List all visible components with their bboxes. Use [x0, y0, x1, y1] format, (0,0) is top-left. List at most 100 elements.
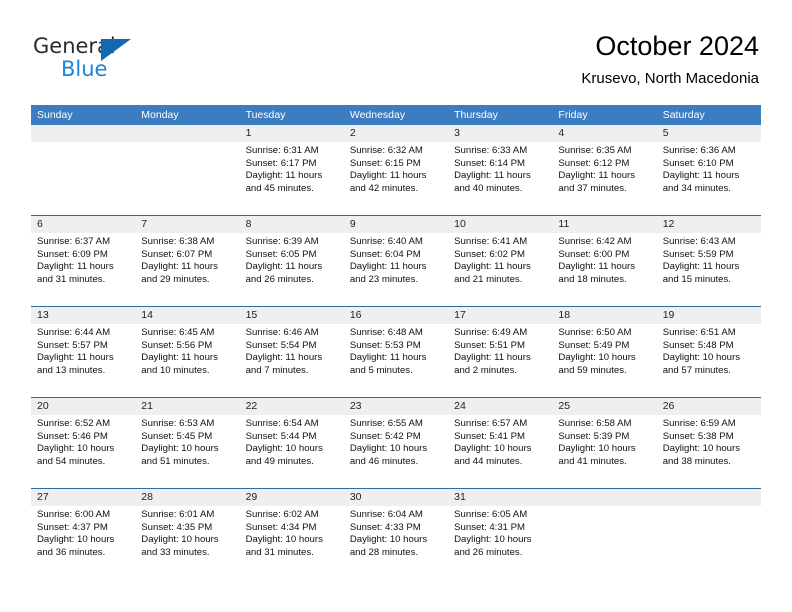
- day-cell[interactable]: Sunrise: 6:53 AM Sunset: 5:45 PM Daylight:…: [135, 415, 239, 488]
- day-info-line: Daylight: 11 hours: [245, 170, 323, 182]
- day-cell[interactable]: Sunrise: 6:04 AM Sunset: 4:33 PM Daylight:…: [344, 506, 448, 579]
- day-number-empty: [552, 489, 656, 506]
- day-info-line: Sunset: 5:49 PM: [558, 339, 630, 351]
- day-info-line: and 31 minutes.: [245, 546, 314, 558]
- day-info-line: and 38 minutes.: [662, 455, 731, 467]
- day-number[interactable]: 13: [31, 307, 135, 324]
- day-cell[interactable]: Sunrise: 6:46 AM Sunset: 5:54 PM Daylight:…: [240, 324, 344, 397]
- day-info-line: and 33 minutes.: [141, 546, 210, 558]
- day-info-line: Sunrise: 6:33 AM: [454, 145, 528, 156]
- day-info-line: and 13 minutes.: [37, 364, 106, 376]
- day-cell[interactable]: Sunrise: 6:54 AM Sunset: 5:44 PM Daylight:…: [240, 415, 344, 488]
- day-cell[interactable]: Sunrise: 6:00 AM Sunset: 4:37 PM Daylight:…: [31, 506, 135, 579]
- day-info-line: and 31 minutes.: [37, 273, 106, 285]
- day-number[interactable]: 5: [657, 125, 761, 142]
- day-cell[interactable]: Sunrise: 6:37 AM Sunset: 6:09 PM Daylight:…: [31, 233, 135, 306]
- day-number[interactable]: 21: [135, 398, 239, 415]
- day-info-line: Sunset: 5:57 PM: [37, 339, 108, 351]
- day-cell[interactable]: Sunrise: 6:48 AM Sunset: 5:53 PM Daylight:…: [344, 324, 448, 397]
- day-info-line: Sunset: 6:17 PM: [245, 157, 317, 169]
- day-header-saturday: Saturday: [662, 109, 705, 121]
- day-number[interactable]: 15: [240, 307, 344, 324]
- day-cell[interactable]: Sunrise: 6:40 AM Sunset: 6:04 PM Daylight:…: [344, 233, 448, 306]
- day-number[interactable]: 27: [31, 489, 135, 506]
- day-number[interactable]: 31: [448, 489, 552, 506]
- week-date-number-band: 13 14 15 16 17 18 19: [31, 307, 761, 324]
- day-number[interactable]: 7: [135, 216, 239, 233]
- day-info-line: Daylight: 10 hours: [454, 443, 532, 455]
- day-number[interactable]: 1: [240, 125, 344, 142]
- week-detail-row: Sunrise: 6:00 AM Sunset: 4:37 PM Daylight:…: [31, 506, 761, 579]
- day-cell[interactable]: Sunrise: 6:05 AM Sunset: 4:31 PM Daylight:…: [448, 506, 552, 579]
- day-cell[interactable]: Sunrise: 6:57 AM Sunset: 5:41 PM Daylight:…: [448, 415, 552, 488]
- day-cell[interactable]: Sunrise: 6:02 AM Sunset: 4:34 PM Daylight:…: [240, 506, 344, 579]
- day-cell[interactable]: Sunrise: 6:49 AM Sunset: 5:51 PM Daylight:…: [448, 324, 552, 397]
- day-number[interactable]: 2: [344, 125, 448, 142]
- day-info-line: Sunset: 5:56 PM: [141, 339, 213, 351]
- day-info-line: and 7 minutes.: [245, 364, 309, 376]
- day-header-wednesday: Wednesday: [349, 109, 406, 121]
- day-cell[interactable]: Sunrise: 6:43 AM Sunset: 5:59 PM Daylight:…: [657, 233, 761, 306]
- day-info-line: and 37 minutes.: [558, 182, 627, 194]
- day-number[interactable]: 11: [552, 216, 656, 233]
- day-number[interactable]: 23: [344, 398, 448, 415]
- day-number[interactable]: 25: [552, 398, 656, 415]
- day-number[interactable]: 19: [657, 307, 761, 324]
- day-info-line: Sunrise: 6:53 AM: [141, 418, 215, 429]
- day-number[interactable]: 10: [448, 216, 552, 233]
- day-info-line: Sunrise: 6:54 AM: [245, 418, 319, 429]
- day-cell[interactable]: Sunrise: 6:45 AM Sunset: 5:56 PM Daylight:…: [135, 324, 239, 397]
- day-info-line: Daylight: 11 hours: [454, 261, 531, 273]
- day-info-line: Sunset: 6:07 PM: [141, 248, 213, 260]
- day-cell[interactable]: Sunrise: 6:55 AM Sunset: 5:42 PM Daylight:…: [344, 415, 448, 488]
- day-number[interactable]: 26: [657, 398, 761, 415]
- day-cell-empty: [31, 142, 135, 215]
- day-number[interactable]: 4: [552, 125, 656, 142]
- day-number[interactable]: 8: [240, 216, 344, 233]
- day-info-line: Daylight: 11 hours: [37, 352, 114, 364]
- day-number[interactable]: 22: [240, 398, 344, 415]
- day-info-line: Sunrise: 6:43 AM: [662, 236, 736, 247]
- day-cell[interactable]: Sunrise: 6:58 AM Sunset: 5:39 PM Daylight:…: [552, 415, 656, 488]
- day-number[interactable]: 18: [552, 307, 656, 324]
- day-cell[interactable]: Sunrise: 6:38 AM Sunset: 6:07 PM Daylight:…: [135, 233, 239, 306]
- day-cell[interactable]: Sunrise: 6:51 AM Sunset: 5:48 PM Daylight:…: [657, 324, 761, 397]
- day-number[interactable]: 6: [31, 216, 135, 233]
- calendar-week-row: 6 7 8 9 10 11 12 Sunrise: 6:37 AM Sunset: 6:09 P…: [31, 215, 761, 306]
- day-cell[interactable]: Sunrise: 6:35 AM Sunset: 6:12 PM Daylight:…: [552, 142, 656, 215]
- day-number[interactable]: 29: [240, 489, 344, 506]
- day-info-line: Daylight: 10 hours: [245, 534, 323, 546]
- day-cell[interactable]: Sunrise: 6:50 AM Sunset: 5:49 PM Daylight:…: [552, 324, 656, 397]
- day-info-line: Sunset: 6:02 PM: [454, 248, 526, 260]
- page-header: General Blue October 2024 Krusevo, North…: [0, 0, 792, 100]
- day-number[interactable]: 30: [344, 489, 448, 506]
- day-cell[interactable]: Sunrise: 6:59 AM Sunset: 5:38 PM Daylight:…: [657, 415, 761, 488]
- day-cell[interactable]: Sunrise: 6:31 AM Sunset: 6:17 PM Daylight:…: [240, 142, 344, 215]
- day-info-line: Daylight: 10 hours: [558, 443, 636, 455]
- day-info-line: Daylight: 11 hours: [349, 352, 427, 364]
- day-number[interactable]: 17: [448, 307, 552, 324]
- day-info-line: Sunrise: 6:36 AM: [662, 145, 736, 156]
- day-cell[interactable]: Sunrise: 6:01 AM Sunset: 4:35 PM Daylight:…: [135, 506, 239, 579]
- day-number[interactable]: 16: [344, 307, 448, 324]
- day-cell[interactable]: Sunrise: 6:39 AM Sunset: 6:05 PM Daylight:…: [240, 233, 344, 306]
- day-info-line: Sunset: 5:46 PM: [37, 430, 108, 442]
- day-cell[interactable]: Sunrise: 6:52 AM Sunset: 5:46 PM Daylight:…: [31, 415, 135, 488]
- day-cell[interactable]: Sunrise: 6:44 AM Sunset: 5:57 PM Daylight:…: [31, 324, 135, 397]
- day-number[interactable]: 9: [344, 216, 448, 233]
- day-info-line: Sunset: 5:59 PM: [662, 248, 734, 260]
- day-info-line: Daylight: 11 hours: [558, 261, 636, 273]
- day-cell[interactable]: Sunrise: 6:42 AM Sunset: 6:00 PM Daylight:…: [552, 233, 656, 306]
- day-cell[interactable]: Sunrise: 6:36 AM Sunset: 6:10 PM Daylight:…: [657, 142, 761, 215]
- day-number[interactable]: 24: [448, 398, 552, 415]
- day-number[interactable]: 12: [657, 216, 761, 233]
- day-number[interactable]: 3: [448, 125, 552, 142]
- day-number[interactable]: 28: [135, 489, 239, 506]
- day-number[interactable]: 20: [31, 398, 135, 415]
- day-cell[interactable]: Sunrise: 6:41 AM Sunset: 6:02 PM Daylight:…: [448, 233, 552, 306]
- day-info-line: Daylight: 11 hours: [454, 352, 531, 364]
- day-number[interactable]: 14: [135, 307, 239, 324]
- day-cell[interactable]: Sunrise: 6:32 AM Sunset: 6:15 PM Daylight:…: [344, 142, 448, 215]
- day-cell-empty: [135, 142, 239, 215]
- day-cell[interactable]: Sunrise: 6:33 AM Sunset: 6:14 PM Daylight:…: [448, 142, 552, 215]
